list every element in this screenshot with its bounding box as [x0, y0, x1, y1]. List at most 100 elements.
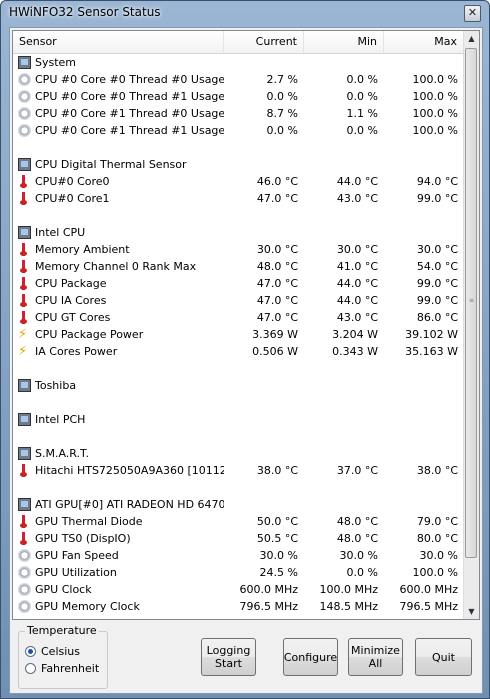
value-min-cell: 37.0 °C: [336, 464, 378, 477]
value-min-cell: [304, 394, 384, 411]
value-min-cell: [304, 207, 384, 224]
sensor-row[interactable]: Memory Ambient 30.0 °C 30.0 °C 30.0 °C: [13, 241, 464, 258]
value-current-cell: 30.0 °C: [256, 243, 298, 256]
column-header-current[interactable]: Current: [224, 31, 304, 53]
spacer-row: [13, 360, 464, 377]
column-header-min[interactable]: Min: [304, 31, 384, 53]
sensor-row[interactable]: Hitachi HTS725050A9A360 [101120... 38.0 °…: [13, 462, 464, 479]
close-button[interactable]: ✕: [464, 5, 481, 22]
sensor-row[interactable]: ⚡ CPU Package Power 3.369 W 3.204 W 39.102 W: [13, 326, 464, 343]
sensor-name-cell: GPU Clock: [13, 581, 224, 598]
scroll-down-arrow-icon[interactable]: ▼: [464, 604, 479, 619]
sensor-row[interactable]: CPU #0 Core #1 Thread #1 Usage 0.0 % 0.0 %…: [13, 122, 464, 139]
sensor-label: CPU#0 Core0: [35, 175, 110, 188]
sensor-name-cell: [13, 394, 224, 411]
sensor-row[interactable]: GPU Thermal Diode 50.0 °C 48.0 °C 79.0 °C: [13, 513, 464, 530]
sensor-list[interactable]: Sensor Current Min Max System CPU #0 Core…: [12, 30, 480, 620]
quit-button[interactable]: Quit: [415, 638, 472, 676]
value-min-cell: 0.0 %: [346, 124, 378, 137]
sensor-name-cell: [13, 428, 224, 445]
value-max-cell: 54.0 °C: [416, 260, 458, 273]
value-min-cell: 44.0 °C: [336, 277, 378, 290]
window-title: HWiNFO32 Sensor Status: [9, 5, 161, 19]
gauge-icon: [18, 600, 31, 613]
sensor-row[interactable]: GPU Utilization 24.5 % 0.0 % 100.0 %: [13, 564, 464, 581]
sensor-row[interactable]: CPU IA Cores 47.0 °C 44.0 °C 99.0 °C: [13, 292, 464, 309]
sensor-row[interactable]: GPU TS0 (DispIO) 50.5 °C 48.0 °C 80.0 °C: [13, 530, 464, 547]
sensor-row[interactable]: CPU #0 Core #0 Thread #0 Usage 2.7 % 0.0 %…: [13, 71, 464, 88]
sensor-label: IA Cores Power: [35, 345, 118, 358]
sensor-row[interactable]: GPU Fan Speed 30.0 % 30.0 % 30.0 %: [13, 547, 464, 564]
sensor-name-cell: CPU IA Cores: [13, 292, 224, 309]
title-bar[interactable]: HWiNFO32 Sensor Status ✕: [1, 1, 489, 27]
sensor-label: CPU #0 Core #0 Thread #1 Usage: [35, 90, 224, 103]
minimize-all-button[interactable]: Minimize All: [348, 638, 403, 676]
scroll-up-arrow-icon[interactable]: ▲: [464, 31, 479, 46]
radio-fahrenheit-label: Fahrenheit: [41, 662, 100, 675]
value-current-cell: [224, 224, 304, 241]
sensor-name-cell: CPU GT Cores: [13, 309, 224, 326]
value-current-cell: 0.0 %: [266, 124, 298, 137]
sensor-row[interactable]: CPU#0 Core1 47.0 °C 43.0 °C 99.0 °C: [13, 190, 464, 207]
value-current-cell: 47.0 °C: [256, 192, 298, 205]
sensor-row[interactable]: Memory Channel 0 Rank Max 48.0 °C 41.0 °C 5…: [13, 258, 464, 275]
thermometer-icon: [18, 311, 31, 324]
sensor-group-row[interactable]: System: [13, 54, 464, 71]
sensor-row[interactable]: CPU Package 47.0 °C 44.0 °C 99.0 °C: [13, 275, 464, 292]
sensor-group-row[interactable]: CPU Digital Thermal Sensor: [13, 156, 464, 173]
value-current-cell: 0.506 W: [252, 345, 298, 358]
value-current-cell: [224, 428, 304, 445]
sensor-name-cell: CPU #0 Core #1 Thread #0 Usage: [13, 105, 224, 122]
value-min-cell: 0.343 W: [332, 345, 378, 358]
sensor-group-row[interactable]: Intel CPU: [13, 224, 464, 241]
spacer-row: [13, 207, 464, 224]
logging-start-button[interactable]: Logging Start: [201, 638, 256, 676]
sensor-name-cell: Memory Ambient: [13, 241, 224, 258]
configure-button[interactable]: Configure: [283, 638, 338, 676]
radio-celsius-indicator[interactable]: [25, 646, 36, 657]
sensor-name-cell: GPU Fan Speed: [13, 547, 224, 564]
column-header-max[interactable]: Max: [384, 31, 464, 53]
value-current-cell: 50.5 °C: [256, 532, 298, 545]
sensor-name-cell: [13, 479, 224, 496]
sensor-row[interactable]: GPU Memory Clock 796.5 MHz 148.5 MHz 796.5 …: [13, 598, 464, 615]
sensor-group-row[interactable]: Intel PCH: [13, 411, 464, 428]
thermometer-icon: [18, 532, 31, 545]
value-max-cell: 35.163 W: [405, 345, 458, 358]
sensor-row[interactable]: CPU #0 Core #1 Thread #0 Usage 8.7 % 1.1 %…: [13, 105, 464, 122]
sensor-row[interactable]: CPU #0 Core #0 Thread #1 Usage 0.0 % 0.0 %…: [13, 88, 464, 105]
sensor-label: GPU Clock: [35, 583, 92, 596]
sensor-group-row[interactable]: ATI GPU[#0] ATI RADEON HD 6470...: [13, 496, 464, 513]
sensor-label: System: [35, 56, 77, 69]
spacer-row: [13, 479, 464, 496]
value-max-cell: [384, 139, 464, 156]
spacer-row: [13, 394, 464, 411]
sensor-row[interactable]: ⚡ IA Cores Power 0.506 W 0.343 W 35.163 W: [13, 343, 464, 360]
value-current-cell: [224, 156, 304, 173]
value-max-cell: 79.0 °C: [416, 515, 458, 528]
sensor-group-icon: [18, 226, 31, 239]
sensor-group-icon: [18, 379, 31, 392]
sensor-name-cell: ⚡ CPU Package Power: [13, 326, 224, 343]
value-max-cell: [384, 428, 464, 445]
sensor-name-cell: ⚡ IA Cores Power: [13, 343, 224, 360]
sensor-name-cell: Intel CPU: [13, 224, 224, 241]
column-header-sensor[interactable]: Sensor: [13, 31, 224, 53]
vertical-scrollbar[interactable]: ▲ ≡ ▼: [463, 31, 479, 619]
sensor-group-row[interactable]: Toshiba: [13, 377, 464, 394]
value-max-cell: 100.0 %: [412, 73, 458, 86]
sensor-group-row[interactable]: S.M.A.R.T.: [13, 445, 464, 462]
value-current-cell: [224, 207, 304, 224]
thermometer-icon: [18, 243, 31, 256]
sensor-row[interactable]: CPU#0 Core0 46.0 °C 44.0 °C 94.0 °C: [13, 173, 464, 190]
sensor-name-cell: GPU TS0 (DispIO): [13, 530, 224, 547]
sensor-row[interactable]: GPU Clock 600.0 MHz 100.0 MHz 600.0 MHz: [13, 581, 464, 598]
value-current-cell: 47.0 °C: [256, 294, 298, 307]
value-current-cell: 796.5 MHz: [239, 600, 298, 613]
value-min-cell: [304, 139, 384, 156]
scrollbar-thumb[interactable]: ≡: [465, 48, 477, 558]
radio-fahrenheit-indicator[interactable]: [25, 663, 36, 674]
sensor-group-icon: [18, 56, 31, 69]
sensor-row[interactable]: CPU GT Cores 47.0 °C 43.0 °C 86.0 °C: [13, 309, 464, 326]
value-max-cell: 94.0 °C: [416, 175, 458, 188]
